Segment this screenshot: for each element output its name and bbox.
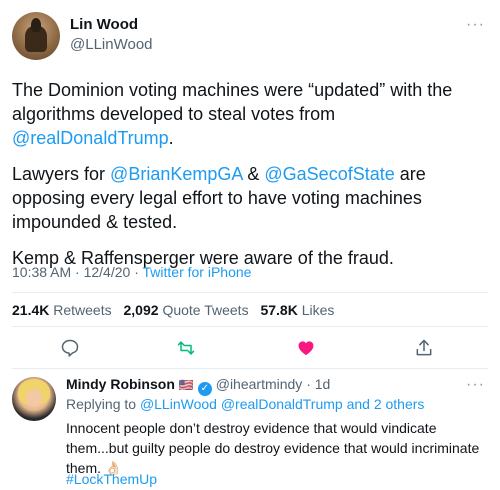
reply-author-handle[interactable]: @iheartmindy [216, 376, 303, 392]
tweet-source[interactable]: Twitter for iPhone [143, 264, 252, 280]
mention-link[interactable]: @realDonaldTrump [12, 128, 169, 148]
tweet-actions [12, 336, 488, 360]
reply-body: Innocent people don’t destroy evidence t… [66, 420, 480, 476]
likes-label: Likes [301, 302, 335, 318]
tweet-text-segment: & [242, 164, 265, 184]
likes-stat[interactable]: 57.8K Likes [260, 302, 334, 318]
tweet-stats: 21.4K Retweets 2,092 Quote Tweets 57.8K … [12, 302, 334, 318]
reply-hashtag[interactable]: #LockThemUp [66, 471, 157, 487]
quotes-label: Quote Tweets [162, 302, 249, 318]
reply-author-name[interactable]: Mindy Robinson [66, 376, 175, 392]
tweet-meta: 10:38 AM · 12/4/20 · Twitter for iPhone [12, 264, 251, 280]
author-name[interactable]: Lin Wood [70, 16, 138, 33]
divider [12, 326, 488, 327]
replying-prefix: Replying to [66, 396, 140, 412]
divider [12, 292, 488, 293]
reply-avatar[interactable] [12, 377, 56, 421]
tweet-paragraph: The Dominion voting machines were “updat… [12, 78, 488, 150]
reply-more-options-icon[interactable]: ··· [466, 376, 485, 394]
retweets-label: Retweets [53, 302, 112, 318]
tweet-text-segment: . [168, 128, 174, 148]
retweets-count: 21.4K [12, 302, 50, 318]
reply-age[interactable]: · 1d [302, 376, 330, 392]
rider-figure [31, 18, 41, 32]
tweet-text-segment: Lawyers for [12, 164, 111, 184]
reply-header: Mindy Robinson 🇺🇸 ✓ @iheartmindy · 1d [66, 376, 330, 396]
retweets-stat[interactable]: 21.4K Retweets [12, 302, 112, 318]
likes-count: 57.8K [260, 302, 298, 318]
heart-icon[interactable] [294, 336, 318, 360]
tweet-text-segment: The Dominion voting machines were “updat… [12, 80, 453, 124]
quotes-count: 2,092 [123, 302, 159, 318]
divider [12, 368, 488, 369]
replying-mentions[interactable]: @LLinWood @realDonaldTrump and 2 others [140, 396, 424, 412]
quotes-stat[interactable]: 2,092 Quote Tweets [124, 302, 249, 318]
face-shape [26, 389, 42, 407]
tweet-body: The Dominion voting machines were “updat… [12, 78, 488, 282]
tweet-timestamp[interactable]: 10:38 AM · 12/4/20 · [12, 264, 143, 280]
verified-badge-icon: ✓ [197, 382, 212, 396]
mention-link[interactable]: @GaSecofState [264, 164, 394, 184]
author-handle[interactable]: @LLinWood [70, 36, 153, 53]
mention-link[interactable]: @BrianKempGA [110, 164, 242, 184]
author-avatar[interactable] [12, 12, 60, 60]
share-icon[interactable] [412, 336, 436, 360]
replying-to: Replying to @LLinWood @realDonaldTrump a… [66, 396, 424, 412]
retweet-icon[interactable] [174, 336, 198, 360]
more-options-icon[interactable]: ··· [466, 16, 485, 34]
tweet-paragraph: Lawyers for @BrianKempGA & @GaSecofState… [12, 162, 488, 234]
comment-icon[interactable] [58, 336, 82, 360]
us-flag-icon: 🇺🇸 [178, 378, 194, 392]
